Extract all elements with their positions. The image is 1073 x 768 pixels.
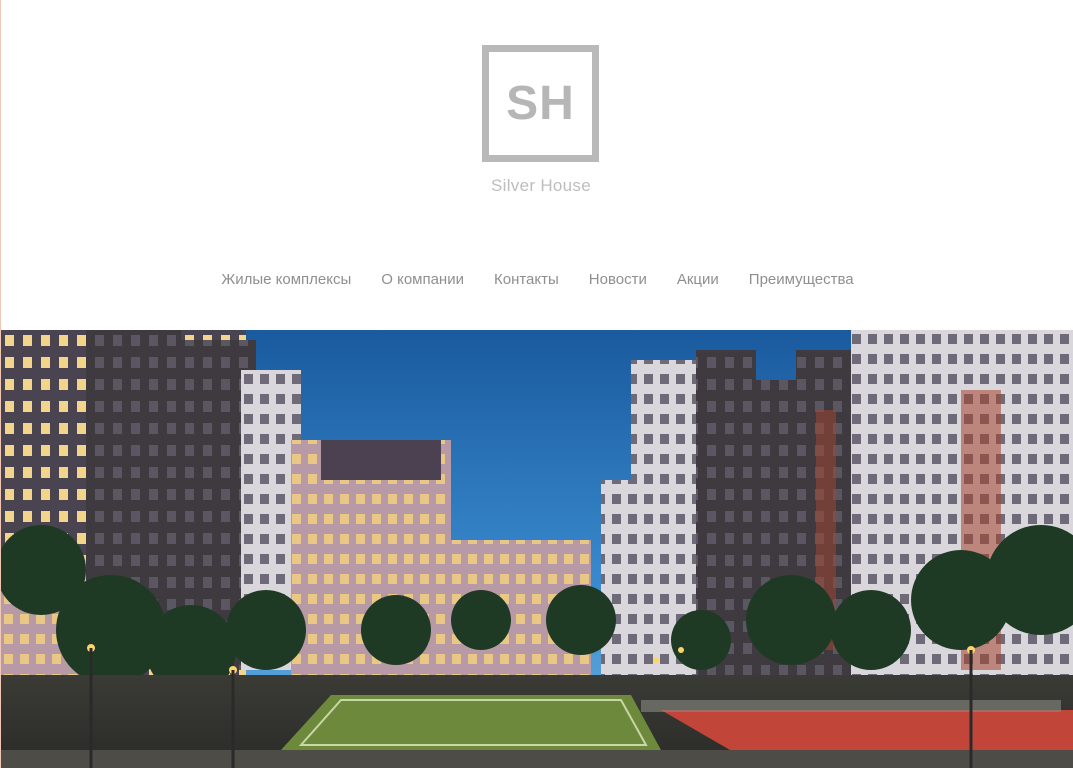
main-nav: Жилые комплексы О компании Контакты Ново… xyxy=(1,271,1073,288)
logo-mark[interactable]: SH xyxy=(482,45,599,162)
nav-item-contacts[interactable]: Контакты xyxy=(494,271,559,288)
nav-item-advantages[interactable]: Преимущества xyxy=(749,271,854,288)
brand-name: Silver House xyxy=(491,176,591,195)
nav-item-promotions[interactable]: Акции xyxy=(677,271,719,288)
nav-item-residential-complexes[interactable]: Жилые комплексы xyxy=(221,271,351,288)
hero-image xyxy=(1,330,1073,768)
nav-item-news[interactable]: Новости xyxy=(589,271,647,288)
hero-illustration xyxy=(1,330,1073,768)
page: SH Silver House Жилые комплексы О компан… xyxy=(0,0,1073,768)
nav-item-about-company[interactable]: О компании xyxy=(381,271,464,288)
logo-letters: SH xyxy=(506,76,575,130)
